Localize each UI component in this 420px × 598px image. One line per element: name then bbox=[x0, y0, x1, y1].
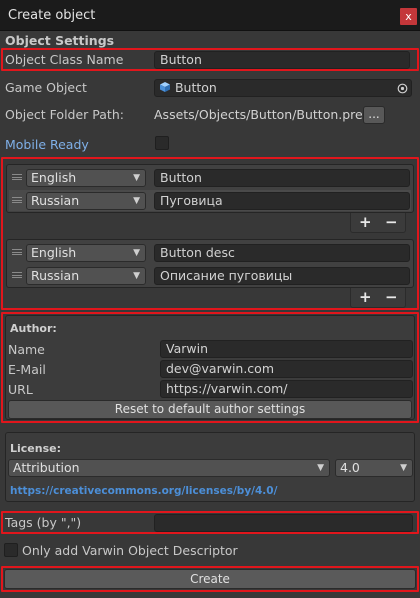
author-url-label: URL bbox=[8, 382, 33, 397]
author-email-input[interactable]: dev@varwin.com bbox=[160, 360, 413, 378]
drag-handle-icon[interactable] bbox=[12, 249, 22, 255]
license-version-dropdown[interactable]: 4.0 ▼ bbox=[335, 459, 413, 477]
section-title: Object Settings bbox=[5, 33, 115, 48]
license-type-value: Attribution bbox=[13, 460, 80, 475]
game-object-field[interactable]: Button bbox=[154, 79, 412, 97]
tags-label: Tags (by ",") bbox=[5, 515, 82, 530]
chevron-down-icon: ▼ bbox=[317, 463, 324, 473]
descriptor-only-checkbox[interactable] bbox=[4, 543, 18, 557]
description-localization-list: English ▼ Button desc Russian ▼ Описание п… bbox=[6, 239, 414, 288]
localized-name-input[interactable]: Button bbox=[154, 169, 410, 187]
drag-handle-icon[interactable] bbox=[12, 197, 22, 203]
license-link[interactable]: https://creativecommons.org/licenses/by/… bbox=[10, 485, 277, 497]
folder-path-value: Assets/Objects/Button/Button.prefab bbox=[154, 107, 383, 122]
create-object-window: Create object x Object Settings Object C… bbox=[0, 0, 420, 598]
chevron-down-icon: ▼ bbox=[133, 271, 140, 281]
chevron-down-icon: ▼ bbox=[133, 173, 140, 183]
language-value: English bbox=[31, 245, 77, 260]
window-title: Create object bbox=[8, 8, 96, 23]
description-list-footer: + − bbox=[350, 288, 406, 308]
name-localization-list: English ▼ Button Russian ▼ Пуговица bbox=[6, 164, 414, 213]
language-dropdown[interactable]: English ▼ bbox=[26, 244, 146, 262]
chevron-down-icon: ▼ bbox=[133, 248, 140, 258]
author-panel: Author: Name Varwin E-Mail dev@varwin.co… bbox=[5, 315, 415, 420]
cube-icon bbox=[160, 82, 170, 92]
language-dropdown[interactable]: English ▼ bbox=[26, 169, 146, 187]
title-bar: Create object x bbox=[0, 0, 420, 31]
reset-author-button[interactable]: Reset to default author settings bbox=[8, 400, 412, 419]
tags-input[interactable] bbox=[154, 514, 413, 532]
language-value: Russian bbox=[31, 268, 80, 283]
author-name-label: Name bbox=[8, 342, 45, 357]
remove-item-button[interactable]: − bbox=[385, 288, 398, 306]
mobile-ready-label: Mobile Ready bbox=[5, 137, 89, 152]
object-class-name-input[interactable]: Button bbox=[154, 51, 410, 69]
descriptor-only-label: Only add Varwin Object Descriptor bbox=[22, 543, 238, 558]
license-version-value: 4.0 bbox=[340, 460, 360, 475]
language-dropdown[interactable]: Russian ▼ bbox=[26, 267, 146, 285]
drag-handle-icon[interactable] bbox=[12, 272, 22, 278]
mobile-ready-checkbox[interactable] bbox=[155, 136, 169, 150]
language-dropdown[interactable]: Russian ▼ bbox=[26, 192, 146, 210]
browse-folder-button[interactable]: ... bbox=[363, 106, 385, 124]
license-panel: License: Attribution ▼ 4.0 ▼ https://creat… bbox=[5, 432, 415, 502]
folder-path-label: Object Folder Path: bbox=[5, 107, 124, 122]
remove-item-button[interactable]: − bbox=[385, 213, 398, 231]
close-button[interactable]: x bbox=[400, 8, 417, 25]
chevron-down-icon: ▼ bbox=[400, 463, 407, 473]
language-value: Russian bbox=[31, 193, 80, 208]
localized-description-input[interactable]: Описание пуговицы bbox=[154, 267, 410, 285]
object-class-name-label: Object Class Name bbox=[5, 52, 124, 67]
localized-description-input[interactable]: Button desc bbox=[154, 244, 410, 262]
localized-name-input[interactable]: Пуговица bbox=[154, 192, 410, 210]
drag-handle-icon[interactable] bbox=[12, 174, 22, 180]
language-value: English bbox=[31, 170, 77, 185]
add-item-button[interactable]: + bbox=[359, 213, 372, 231]
name-list-footer: + − bbox=[350, 213, 406, 233]
author-name-input[interactable]: Varwin bbox=[160, 340, 413, 358]
author-email-label: E-Mail bbox=[8, 362, 46, 377]
add-item-button[interactable]: + bbox=[359, 288, 372, 306]
author-url-input[interactable]: https://varwin.com/ bbox=[160, 380, 413, 398]
game-object-label: Game Object bbox=[5, 80, 87, 95]
chevron-down-icon: ▼ bbox=[133, 196, 140, 206]
object-picker-icon[interactable] bbox=[397, 83, 408, 94]
author-header: Author: bbox=[10, 322, 57, 335]
create-button[interactable]: Create bbox=[4, 569, 416, 589]
game-object-value: Button bbox=[174, 80, 217, 95]
license-type-dropdown[interactable]: Attribution ▼ bbox=[8, 459, 330, 477]
license-header: License: bbox=[10, 442, 61, 455]
